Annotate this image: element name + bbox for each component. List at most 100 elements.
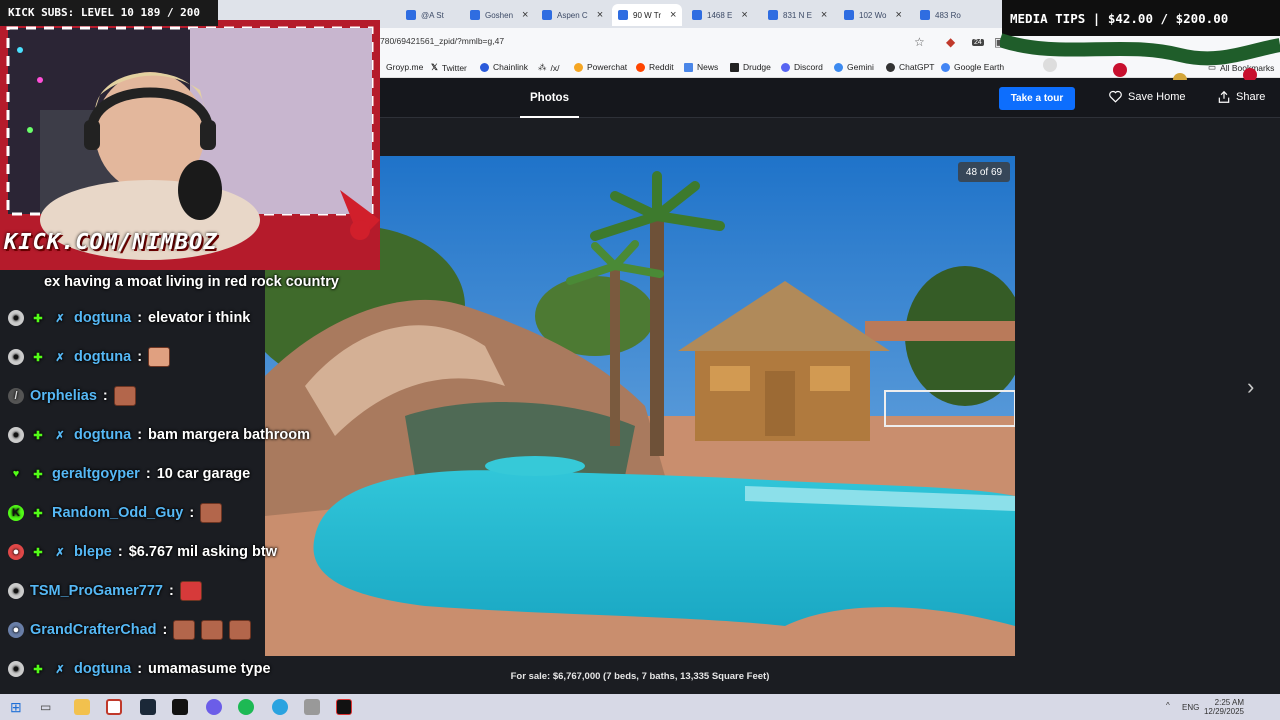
app-icon[interactable] [304, 699, 320, 715]
bookmark-item[interactable]: Chainlink [480, 62, 528, 72]
chat-text: bam margera bathroom [148, 427, 310, 443]
soccer-badge-icon: ● [8, 583, 24, 599]
app-icon[interactable] [336, 699, 352, 715]
close-tab-icon[interactable]: × [821, 9, 827, 21]
bookmark-item[interactable]: Drudge [730, 62, 771, 72]
chat-username[interactable]: TSM_ProGamer777 [30, 583, 163, 599]
soccer-badge-icon: ● [8, 310, 24, 326]
chat-message: ♥ ✚ geraltgoyper: 10 car garage [8, 460, 250, 488]
chat-emote [173, 620, 196, 640]
sword-badge-icon: / [8, 388, 24, 404]
browser-tab[interactable]: @A St [400, 4, 462, 26]
browser-tab-active[interactable]: 90 W Tr × [612, 4, 682, 26]
bookmark-item[interactable]: 𝕏 Twitter [431, 62, 467, 73]
close-tab-icon[interactable]: × [522, 9, 528, 21]
extension-icon[interactable]: ◆ [946, 35, 955, 49]
tab-photos[interactable]: Photos [520, 78, 579, 118]
chat-emote [229, 620, 252, 640]
chat-username[interactable]: dogtuna [74, 349, 131, 365]
take-a-tour-button[interactable]: Take a tour [999, 87, 1075, 110]
chat-message: ● GrandCrafterChad: [8, 616, 252, 644]
screen: @A St Goshen × Aspen C × 90 W Tr × 1468 E × … [0, 0, 1280, 720]
bookmark-item[interactable]: Gemini [834, 62, 874, 72]
share-icon [1218, 90, 1230, 103]
spotify-icon[interactable] [238, 699, 254, 715]
chat-message: ● ✚ ✗ dogtuna: bam margera bathroom [8, 421, 310, 449]
emote-badge-icon: ● [8, 544, 24, 560]
news-icon [684, 62, 693, 72]
reddit-icon [636, 62, 645, 72]
plus-badge-icon: ✚ [33, 546, 43, 559]
chat-username[interactable]: dogtuna [74, 661, 131, 677]
browser-tab[interactable]: 483 Ro [914, 4, 982, 26]
chat-message: / Orphelias: [8, 382, 136, 410]
clock-time: 2:25 AM [1214, 698, 1244, 707]
task-view-icon[interactable]: ▭ [40, 699, 56, 715]
browser-tab[interactable]: 1468 E × [686, 4, 758, 26]
chat-username[interactable]: dogtuna [74, 310, 131, 326]
bookmark-item[interactable]: ChatGPT [886, 62, 934, 72]
close-tab-icon[interactable]: × [895, 9, 901, 21]
bookmark-item[interactable]: Google Earth [941, 62, 1004, 72]
bookmark-item[interactable]: Discord [781, 62, 823, 72]
bookmark-item[interactable]: Powerchat [574, 62, 627, 72]
sword-badge-icon: ✗ [55, 663, 65, 676]
chat-message: ● ✚ ✗ blepe: $6.767 mil asking btw [8, 538, 277, 566]
chat-username[interactable]: blepe [74, 544, 112, 560]
bookmark-item[interactable]: News [684, 62, 718, 72]
language-indicator[interactable]: ENG [1182, 703, 1199, 712]
browser-tab[interactable]: 102 Wo × [838, 4, 910, 26]
file-explorer-icon[interactable] [74, 699, 90, 715]
christmas-garland-decoration [1000, 33, 1280, 80]
sword-badge-icon: ✗ [55, 546, 65, 559]
chat-username[interactable]: dogtuna [74, 427, 131, 443]
grid-icon: ⁂ [538, 62, 547, 72]
chat-username[interactable]: GrandCrafterChad [30, 622, 157, 638]
close-tab-icon[interactable]: × [597, 9, 603, 21]
chat-text: elevator i think [148, 310, 251, 326]
chat-message: ● ✚ ✗ dogtuna: [8, 343, 171, 371]
tab-favicon-icon [542, 10, 552, 20]
close-tab-icon[interactable]: × [670, 9, 676, 21]
steam-icon[interactable] [140, 699, 156, 715]
chat-username[interactable]: Random_Odd_Guy [52, 505, 183, 521]
share-button[interactable]: Share [1217, 90, 1265, 104]
sword-badge-icon: ✗ [55, 312, 65, 325]
chat-username[interactable]: geraltgoyper [52, 466, 140, 482]
tray-chevron-icon[interactable]: ^ [1166, 701, 1170, 710]
kick-subs-goal: KICK SUBS: LEVEL 10 189 / 200 [0, 0, 218, 26]
windows-start-icon[interactable]: ⊞ [10, 699, 26, 715]
tab-favicon-icon [470, 10, 480, 20]
browser-tab[interactable]: 831 N E × [762, 4, 834, 26]
powerchat-icon [574, 62, 583, 72]
obs-icon[interactable] [206, 699, 222, 715]
telegram-icon[interactable] [272, 699, 288, 715]
browser-tab[interactable]: Goshen × [464, 4, 534, 26]
kick-channel-label: KICK.COM/NIMBOZ [4, 230, 218, 255]
soccer-badge-icon: ● [8, 661, 24, 677]
clock[interactable]: 2:25 AM 12/29/2025 [1198, 698, 1244, 716]
drudge-icon [730, 62, 739, 72]
url-field[interactable]: 780/69421561_zpid/?mmlb=g,47 [380, 36, 504, 46]
bookmark-star-icon[interactable]: ☆ [914, 35, 925, 49]
windows-taskbar: ⊞ ▭ ^ ENG 2:25 AM 12/29/2025 [0, 694, 1280, 720]
browser-tab[interactable]: Aspen C × [536, 4, 608, 26]
kick-badge-icon: K [8, 505, 24, 521]
chat-username[interactable]: Orphelias [30, 388, 97, 404]
chat-partial-line: ex having a moat living in red rock coun… [44, 274, 339, 290]
bookmark-item[interactable]: Groyp.me [386, 62, 423, 72]
bookmark-item[interactable]: Reddit [636, 62, 674, 72]
google-earth-icon [941, 62, 950, 72]
chainlink-icon [480, 62, 489, 72]
next-photo-arrow-icon[interactable]: › [1247, 374, 1254, 400]
tab-favicon-icon [618, 10, 628, 20]
bookmark-item[interactable]: ⁂/x/ [538, 62, 559, 73]
heart-icon [1109, 90, 1122, 103]
listing-caption: For sale: $6,767,000 (7 beds, 7 baths, 1… [510, 671, 770, 682]
save-home-button[interactable]: Save Home [1108, 90, 1185, 103]
chat-message: ● TSM_ProGamer777: [8, 577, 202, 605]
close-tab-icon[interactable]: × [741, 9, 747, 21]
chrome-icon[interactable] [106, 699, 122, 715]
terminal-icon[interactable] [172, 699, 188, 715]
extension-badge[interactable]: 24 [972, 39, 984, 46]
